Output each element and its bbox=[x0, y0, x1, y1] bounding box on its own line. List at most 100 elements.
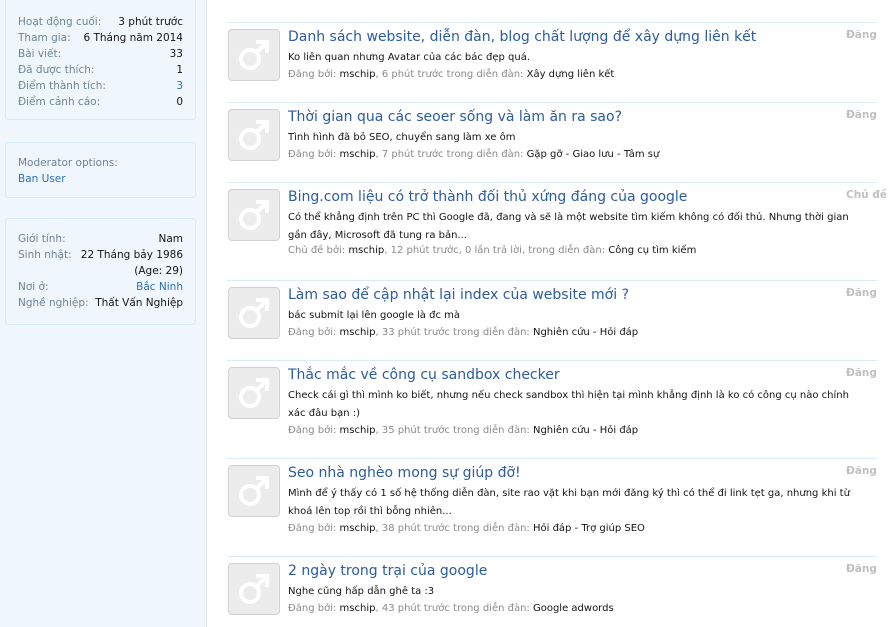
forum-link[interactable]: Công cụ tìm kiếm bbox=[608, 245, 696, 256]
meta-prefix: Đăng bởi: bbox=[288, 603, 340, 614]
profile-field-value: Nam bbox=[158, 233, 183, 245]
profile-field-value: 1 bbox=[176, 64, 183, 76]
profile-field-row: Hoạt động cuối: 3 phút trước bbox=[18, 14, 183, 30]
forum-link[interactable]: Google adwords bbox=[533, 603, 614, 614]
meta-prefix: Chủ đề bởi: bbox=[288, 245, 349, 256]
profile-field-value: 22 Tháng bảy 1986 bbox=[80, 249, 183, 261]
moderator-options-label: Moderator options: bbox=[18, 157, 118, 169]
activity-title-link[interactable]: Thời gian qua các seoer sống và làm ăn r… bbox=[288, 107, 622, 127]
activity-meta: Đăng bởi: mschip, 6 phút trước trong diễ… bbox=[288, 67, 614, 83]
meta-prefix: Đăng bởi: bbox=[288, 523, 340, 534]
activity-meta: Đăng bởi: mschip, 7 phút trước trong diễ… bbox=[288, 147, 659, 163]
meta-time: , 35 phút trước trong diễn đàn: bbox=[375, 425, 533, 436]
activity-item: Thời gian qua các seoer sống và làm ăn r… bbox=[227, 102, 877, 182]
profile-field-label: Nơi ở: bbox=[18, 281, 49, 293]
profile-field-value: Thất Vấn Nghiệp bbox=[95, 297, 183, 309]
activity-item: Làm sao để cập nhật lại index của websit… bbox=[227, 280, 877, 360]
male-symbol-icon bbox=[236, 571, 272, 607]
profile-field-label: Điểm cảnh cáo: bbox=[18, 96, 101, 108]
activity-snippet: Check cái gì thì mình ko biết, nhưng nếu… bbox=[288, 390, 849, 419]
activity-type-label: Đăng bbox=[846, 465, 877, 477]
activity-title-link[interactable]: Danh sách website, diễn đàn, blog chất l… bbox=[288, 27, 756, 47]
profile-field-label: Bài viết: bbox=[18, 48, 62, 60]
meta-time: , 12 phút trước, 0 lần trả lời, trong di… bbox=[384, 245, 609, 256]
activity-item: Danh sách website, diễn đàn, blog chất l… bbox=[227, 22, 877, 102]
activity-item: Seo nhà nghèo mong sự giúp đỡ! Đăng Mình đ… bbox=[227, 458, 877, 556]
activity-item: Thắc mắc về công cụ sandbox checker Đăng C… bbox=[227, 360, 877, 458]
profile-field-value: 0 bbox=[176, 96, 183, 108]
profile-field-link[interactable]: Bắc Ninh bbox=[136, 279, 183, 295]
profile-field-row: Giới tính: Nam bbox=[18, 231, 183, 247]
activity-item: Bing.com liệu có trở thành đối thủ xứng … bbox=[227, 182, 886, 280]
profile-field-row: Điểm cảnh cáo: 0 bbox=[18, 94, 183, 110]
activity-item: 2 ngày trong trại của google Đăng Nghe cũn… bbox=[227, 556, 877, 627]
activity-type-label: Đăng bbox=[846, 29, 877, 41]
activity-meta: Đăng bởi: mschip, 35 phút trước trong di… bbox=[288, 423, 638, 439]
profile-field-label: Điểm thành tích: bbox=[18, 80, 106, 92]
activity-snippet: Nghe cũng hấp dẫn ghê ta :3 bbox=[288, 586, 435, 597]
profile-info-block: Giới tính: Nam Sinh nhật: 22 Tháng bảy 1986… bbox=[5, 218, 196, 325]
male-symbol-icon bbox=[236, 473, 272, 509]
profile-field-label: Giới tính: bbox=[18, 233, 66, 245]
activity-meta: Đăng bởi: mschip, 38 phút trước trong di… bbox=[288, 521, 645, 537]
ban-user-link[interactable]: Ban User bbox=[18, 171, 66, 187]
author-link[interactable]: mschip bbox=[340, 69, 376, 80]
user-avatar[interactable] bbox=[228, 189, 280, 241]
activity-title-link[interactable]: Thắc mắc về công cụ sandbox checker bbox=[288, 365, 560, 385]
user-avatar[interactable] bbox=[228, 109, 280, 161]
activity-title-link[interactable]: Seo nhà nghèo mong sự giúp đỡ! bbox=[288, 463, 521, 483]
profile-sidebar: Hoạt động cuối: 3 phút trước Tham gia: 6 Th… bbox=[0, 0, 207, 627]
moderator-options-block: Moderator options: Ban User bbox=[5, 142, 196, 198]
meta-prefix: Đăng bởi: bbox=[288, 69, 340, 80]
activity-title-link[interactable]: Bing.com liệu có trở thành đối thủ xứng … bbox=[288, 187, 687, 207]
user-avatar[interactable] bbox=[228, 29, 280, 81]
profile-field-row: Bài viết: 33 bbox=[18, 46, 183, 62]
user-avatar[interactable] bbox=[228, 287, 280, 339]
user-avatar[interactable] bbox=[228, 465, 280, 517]
profile-field-row: (Age: 29) bbox=[18, 263, 183, 279]
forum-link[interactable]: Nghiên cứu - Hỏi đáp bbox=[533, 425, 638, 436]
author-link[interactable]: mschip bbox=[340, 425, 376, 436]
profile-field-row: Sinh nhật: 22 Tháng bảy 1986 bbox=[18, 247, 183, 263]
user-avatar[interactable] bbox=[228, 563, 280, 615]
activity-type-label: Đăng bbox=[846, 109, 877, 121]
author-link[interactable]: mschip bbox=[340, 603, 376, 614]
male-symbol-icon bbox=[236, 197, 272, 233]
activity-title-link[interactable]: 2 ngày trong trại của google bbox=[288, 561, 487, 581]
author-link[interactable]: mschip bbox=[340, 327, 376, 338]
author-link[interactable]: mschip bbox=[348, 245, 384, 256]
meta-prefix: Đăng bởi: bbox=[288, 425, 340, 436]
profile-field-label: Sinh nhật: bbox=[18, 249, 72, 261]
activity-type-label: Đăng bbox=[846, 563, 877, 575]
profile-field-label: Hoạt động cuối: bbox=[18, 16, 102, 28]
meta-prefix: Đăng bởi: bbox=[288, 327, 340, 338]
profile-field-label: Đã được thích: bbox=[18, 64, 95, 76]
activity-meta: Chủ đề bởi: mschip, 12 phút trước, 0 lần… bbox=[288, 243, 696, 259]
activity-title-link[interactable]: Làm sao để cập nhật lại index của websit… bbox=[288, 285, 629, 305]
forum-link[interactable]: Hỏi đáp - Trợ giúp SEO bbox=[533, 523, 645, 534]
profile-field-value: 6 Tháng năm 2014 bbox=[83, 32, 183, 44]
forum-link[interactable]: Gặp gỡ - Giao lưu - Tâm sự bbox=[527, 149, 660, 160]
meta-prefix: Đăng bởi: bbox=[288, 149, 340, 160]
profile-field-label: Tham gia: bbox=[18, 32, 71, 44]
author-link[interactable]: mschip bbox=[340, 149, 376, 160]
user-avatar[interactable] bbox=[228, 367, 280, 419]
meta-time: , 6 phút trước trong diễn đàn: bbox=[375, 69, 527, 80]
profile-stats-block: Hoạt động cuối: 3 phút trước Tham gia: 6 Th… bbox=[5, 0, 196, 120]
recent-activity-list: Danh sách website, diễn đàn, blog chất l… bbox=[207, 0, 889, 627]
activity-snippet: Có thể khẳng định trên PC thì Google đã,… bbox=[288, 212, 849, 241]
male-symbol-icon bbox=[236, 117, 272, 153]
activity-type-label: Chủ đề bbox=[846, 189, 886, 201]
profile-field-row: Điểm thành tích: 3 bbox=[18, 78, 183, 94]
profile-field-row: Tham gia: 6 Tháng năm 2014 bbox=[18, 30, 183, 46]
activity-type-label: Đăng bbox=[846, 287, 877, 299]
forum-link[interactable]: Nghiên cứu - Hỏi đáp bbox=[533, 327, 638, 338]
profile-field-label: Nghề nghiệp: bbox=[18, 297, 89, 309]
profile-field-link[interactable]: 3 bbox=[176, 78, 183, 94]
author-link[interactable]: mschip bbox=[340, 523, 376, 534]
forum-link[interactable]: Xây dựng liên kết bbox=[527, 69, 615, 80]
activity-type-label: Đăng bbox=[846, 367, 877, 379]
male-symbol-icon bbox=[236, 295, 272, 331]
profile-field-row: Nghề nghiệp: Thất Vấn Nghiệp bbox=[18, 295, 183, 311]
male-symbol-icon bbox=[236, 37, 272, 73]
